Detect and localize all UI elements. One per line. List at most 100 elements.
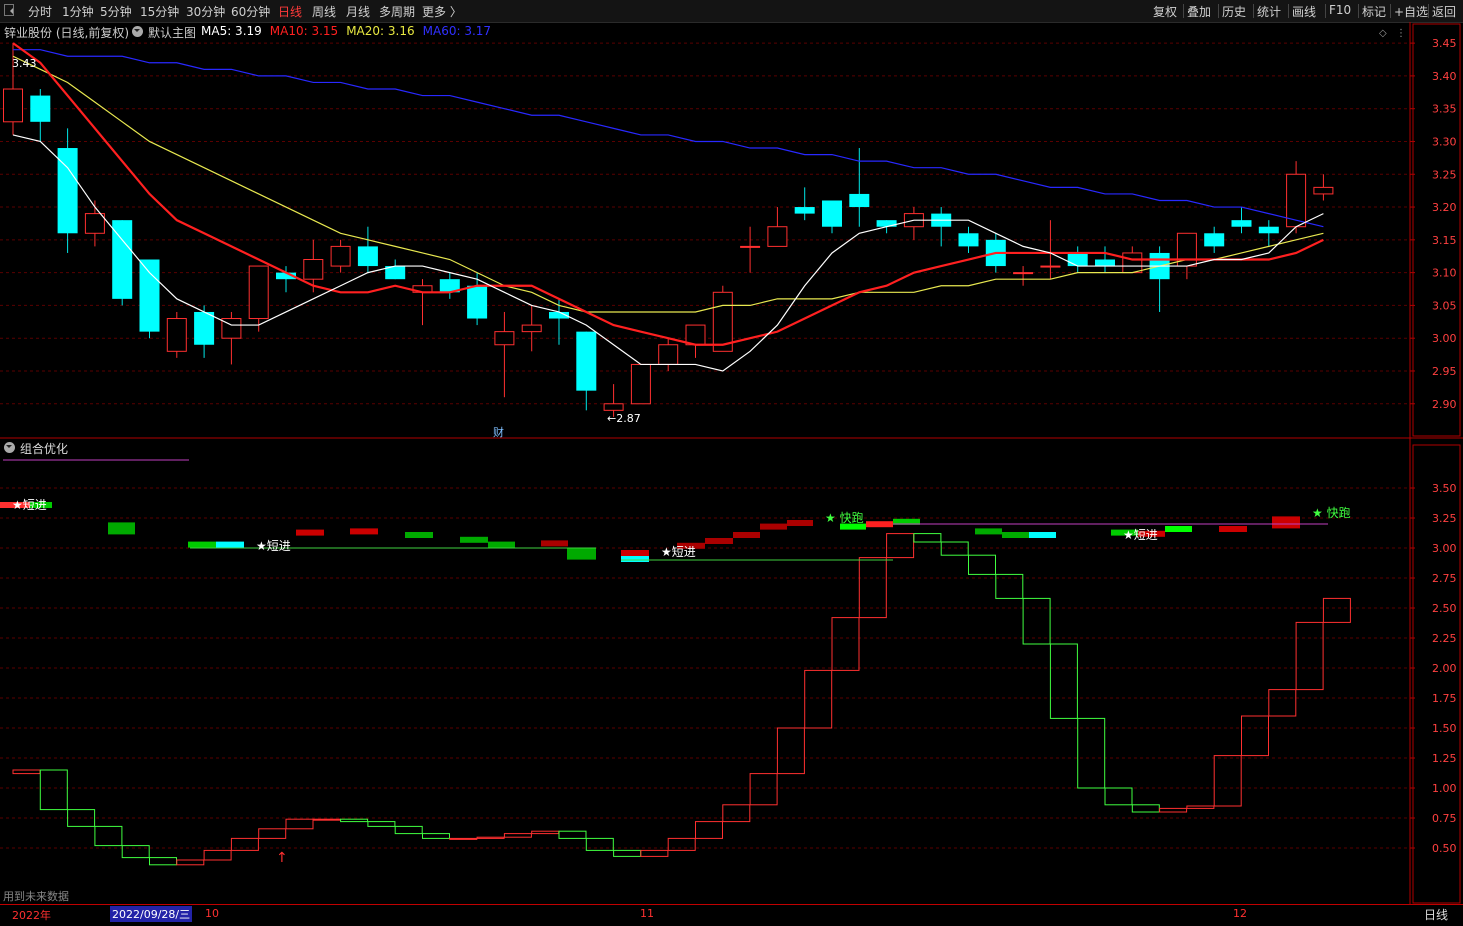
indicator-tick-label: 1.50 (1432, 722, 1457, 735)
price-tick-label: 3.05 (1432, 299, 1457, 312)
future-data-note: 用到未来数据 (3, 890, 69, 903)
indicator-step (722, 804, 751, 823)
signal-label: ★ 快跑 (825, 511, 864, 525)
indicator-step (1241, 715, 1269, 757)
indicator-step (394, 825, 423, 835)
indicator-step (1104, 787, 1133, 806)
signal-bar (975, 528, 1002, 535)
indicator-step (312, 818, 341, 821)
indicator-tick-label: 0.75 (1432, 812, 1457, 825)
price-tick-label: 3.40 (1432, 70, 1457, 83)
candle-body (1204, 233, 1225, 247)
signal-bar (1165, 526, 1192, 532)
year-label: 2022年 (12, 909, 51, 922)
indicator-step (1268, 689, 1297, 717)
candle-body (194, 311, 215, 345)
signal-label: ★ 快跑 (1312, 506, 1351, 520)
indicator-step (230, 837, 259, 851)
signal-bar (787, 520, 813, 526)
indicator-step (585, 837, 614, 851)
indicator-tick-label: 3.00 (1432, 542, 1457, 555)
month-10: 10 (205, 907, 219, 920)
candle-body (330, 245, 351, 267)
indicator-tick-label: 2.25 (1432, 632, 1457, 645)
indicator-tick-label: 2.50 (1432, 602, 1457, 615)
candle-body (357, 246, 378, 267)
signal-bar (188, 541, 216, 548)
candle-body (3, 88, 23, 123)
signal-bar (621, 550, 649, 556)
signal-bar (1002, 532, 1029, 538)
indicator-step (422, 833, 450, 839)
date-axis: 2022年 2022/09/28/三 10 11 12 日线 (0, 904, 1463, 926)
indicator-step (367, 821, 396, 827)
price-chart[interactable]: 3.45 3.40 3.35 3.30 3.25 3.20 3.15 3.10 3.05 3.00… (0, 0, 1463, 925)
indicator-dropdown-icon[interactable] (4, 442, 15, 453)
candle-body (740, 245, 761, 248)
indicator-name[interactable]: 组合优化 (20, 440, 68, 457)
signal-bar (541, 540, 568, 547)
indicator-step (476, 836, 505, 839)
period-label[interactable]: 日线 (1424, 906, 1448, 923)
indicator-step (1131, 804, 1160, 813)
candle-body (1231, 220, 1252, 227)
signal-bar (350, 528, 378, 535)
indicator-step (531, 830, 560, 835)
candle-body (876, 220, 897, 227)
indicator-tick-label: 2.75 (1432, 572, 1457, 585)
signal-label: ★短进 (1123, 528, 1158, 542)
buy-arrow-icon: ↑ (276, 850, 288, 866)
candle-body (603, 403, 624, 411)
price-tick-label: 3.35 (1432, 103, 1457, 116)
indicator-tick-label: 2.00 (1432, 662, 1457, 675)
price-tick-label: 3.00 (1432, 332, 1457, 345)
candle-body (139, 259, 160, 332)
signal-bar (760, 523, 787, 530)
candle-body (794, 207, 815, 214)
ma20-line (12, 55, 1324, 313)
indicator-step (804, 669, 833, 729)
price-tick-label: 3.20 (1432, 201, 1457, 214)
indicator-step (858, 557, 887, 619)
indicator-step (503, 833, 532, 838)
candle-body (1258, 226, 1279, 234)
candle-body (658, 344, 679, 365)
indicator-step (449, 837, 478, 840)
candle-body (1013, 272, 1034, 275)
signal-bar (1029, 532, 1056, 538)
signal-bar (866, 521, 893, 528)
indicator-step (1022, 597, 1051, 645)
signal-bar (405, 532, 433, 538)
indicator-step (776, 727, 805, 775)
candle-body (467, 285, 488, 319)
candle-body (822, 200, 842, 227)
price-tick-label: 3.45 (1432, 37, 1457, 50)
indicator-step (258, 828, 287, 839)
indicator-step (749, 773, 778, 806)
price-tick-label: 3.25 (1432, 168, 1457, 181)
month-11: 11 (640, 907, 654, 920)
indicator-step (1077, 717, 1106, 789)
price-tick-label: 2.95 (1432, 365, 1457, 378)
signal-label: ★短进 (661, 545, 696, 559)
signal-bar (705, 538, 733, 544)
diamond-icon: ◇ (1379, 28, 1387, 39)
low-price-marker: ←2.87 (607, 412, 641, 425)
indicator-step (1186, 805, 1215, 809)
signal-bar (1272, 516, 1300, 529)
candle-body (30, 95, 51, 122)
indicator-step (968, 554, 996, 575)
candle-body (767, 226, 788, 247)
candle-body (1122, 252, 1143, 274)
indicator-tick-label: 1.75 (1432, 692, 1457, 705)
price-tick-label: 3.10 (1432, 267, 1457, 280)
candle-body (1095, 259, 1115, 267)
indicator-step (285, 818, 314, 830)
signal-bar (621, 556, 649, 562)
signal-bar (108, 522, 135, 535)
indicator-step (640, 849, 669, 857)
indicator-step (1159, 807, 1188, 813)
indicator-step (1322, 597, 1351, 623)
candle-body (849, 193, 870, 208)
indicator-step (94, 825, 123, 847)
